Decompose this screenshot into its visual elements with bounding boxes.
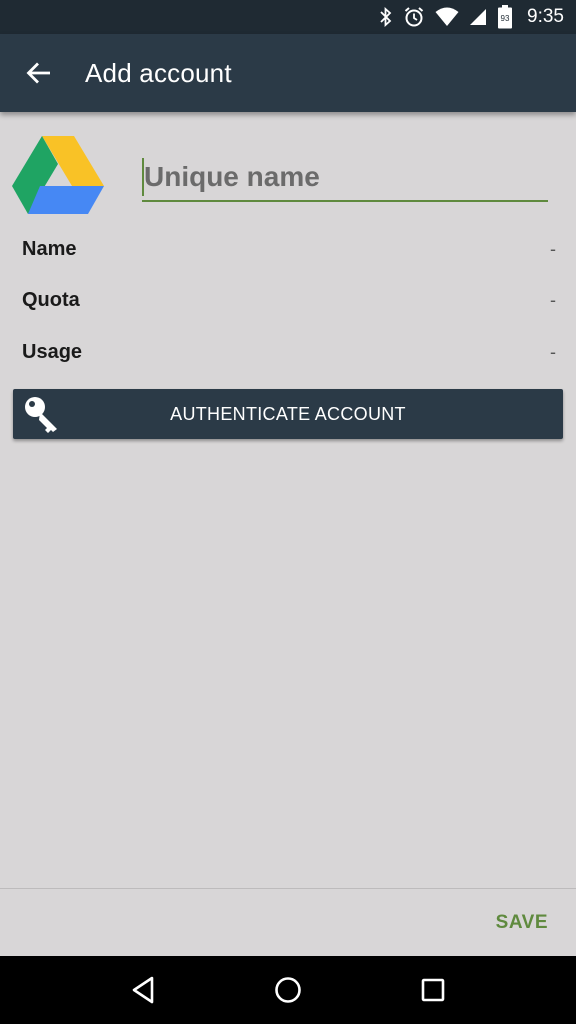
- info-value: -: [550, 289, 556, 310]
- authenticate-account-button[interactable]: AUTHENTICATE ACCOUNT: [13, 389, 563, 439]
- save-button[interactable]: SAVE: [496, 908, 548, 938]
- back-button[interactable]: [15, 49, 63, 97]
- authenticate-label: AUTHENTICATE ACCOUNT: [170, 403, 406, 424]
- unique-name-input[interactable]: [142, 158, 548, 202]
- footer-divider: [0, 888, 576, 889]
- google-drive-logo: [12, 136, 104, 214]
- info-label: Name: [22, 237, 77, 260]
- bluetooth-icon: [379, 7, 393, 27]
- info-label: Usage: [22, 340, 83, 363]
- app-bar: Add account: [0, 34, 576, 112]
- info-row-name: Name -: [22, 234, 556, 264]
- navigation-bar: [0, 956, 576, 1024]
- battery-icon: 93: [497, 5, 513, 29]
- wifi-icon: [435, 7, 459, 27]
- info-row-quota: Quota -: [22, 285, 556, 315]
- text-cursor: [142, 158, 144, 196]
- info-value: -: [550, 341, 556, 362]
- page-title: Add account: [85, 57, 232, 88]
- back-triangle-icon: [132, 976, 153, 1004]
- arrow-left-icon: [26, 62, 50, 84]
- recents-square-icon: [422, 978, 445, 1002]
- info-value: -: [550, 238, 556, 259]
- battery-level: 93: [501, 14, 510, 23]
- key-icon: [25, 397, 57, 433]
- status-bar: 93 9:35: [0, 0, 576, 34]
- info-label: Quota: [22, 288, 80, 311]
- nav-recents-button[interactable]: [409, 966, 457, 1014]
- nav-home-button[interactable]: [264, 966, 312, 1014]
- alarm-icon: [403, 6, 425, 28]
- info-row-usage: Usage -: [22, 337, 556, 367]
- signal-icon: [469, 8, 487, 26]
- home-circle-icon: [275, 977, 301, 1003]
- clock: 9:35: [527, 6, 564, 27]
- nav-back-button[interactable]: [119, 966, 167, 1014]
